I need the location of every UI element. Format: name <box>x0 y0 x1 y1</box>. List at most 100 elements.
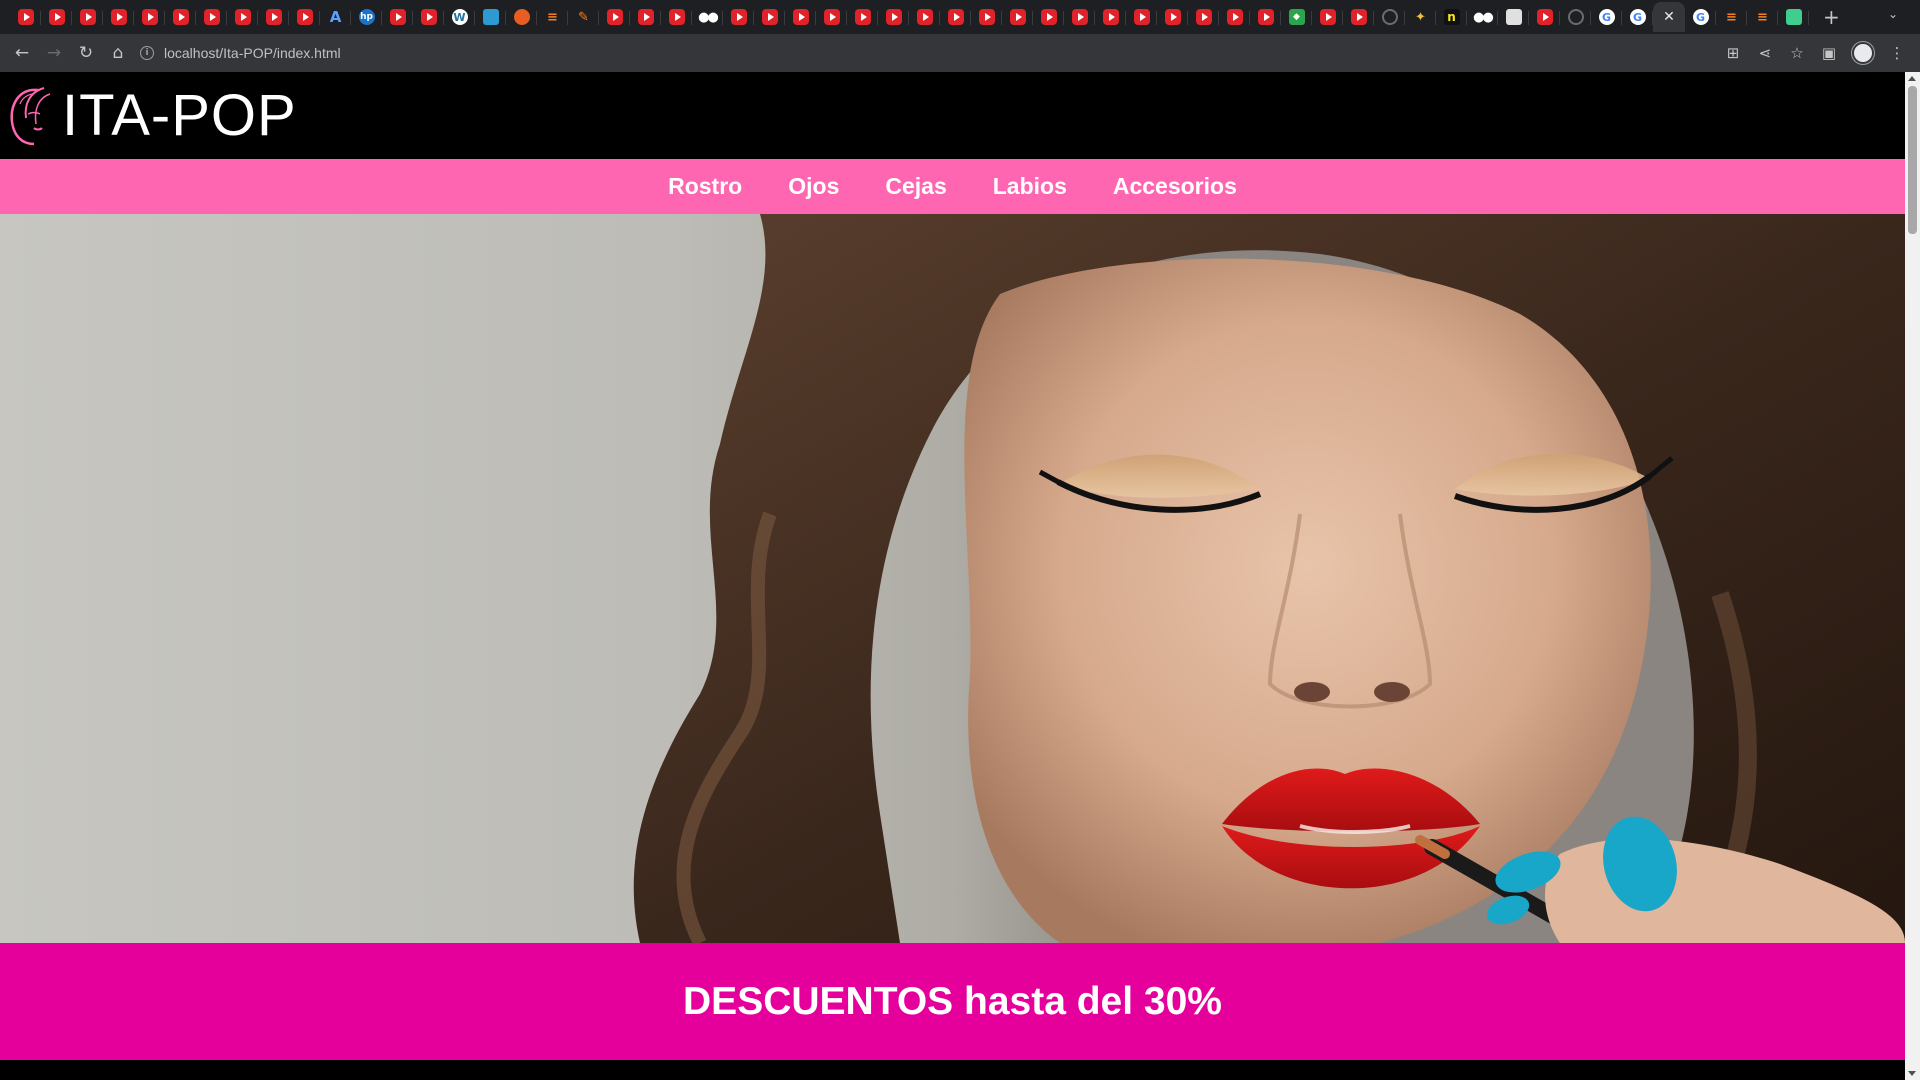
browser-tab[interactable] <box>878 2 909 32</box>
browser-tab[interactable] <box>227 2 258 32</box>
browser-tab[interactable] <box>630 2 661 32</box>
tab-active[interactable]: ✕ <box>1653 2 1685 32</box>
browser-tab[interactable]: ✎ <box>568 2 599 32</box>
browser-tab[interactable] <box>816 2 847 32</box>
browser-tab[interactable] <box>134 2 165 32</box>
forward-arrow-icon[interactable]: → <box>38 43 70 63</box>
browser-tab[interactable]: W <box>444 2 475 32</box>
scrollbar-thumb[interactable] <box>1908 86 1917 234</box>
browser-tab[interactable] <box>1002 2 1033 32</box>
back-arrow-icon[interactable]: ← <box>6 43 38 63</box>
browser-tab[interactable]: G <box>1622 2 1653 32</box>
browser-tab[interactable] <box>754 2 785 32</box>
nav-link-cejas[interactable]: Cejas <box>885 173 946 200</box>
browser-tab[interactable] <box>1312 2 1343 32</box>
browser-tab[interactable] <box>1498 2 1529 32</box>
browser-tab[interactable]: ●● <box>1467 2 1498 32</box>
browser-tab[interactable]: G <box>1591 2 1622 32</box>
site-logo[interactable]: ITA-POP <box>8 84 297 148</box>
browser-tab[interactable]: hp <box>351 2 382 32</box>
browser-tab[interactable] <box>1250 2 1281 32</box>
browser-tab[interactable] <box>41 2 72 32</box>
browser-tab[interactable] <box>847 2 878 32</box>
address-bar-url[interactable]: localhost/Ita-POP/index.html <box>164 45 341 61</box>
browser-tab[interactable] <box>289 2 320 32</box>
browser-tab[interactable] <box>1157 2 1188 32</box>
browser-tab[interactable]: ≡ <box>1747 2 1778 32</box>
browser-tab[interactable]: ◆ <box>1281 2 1312 32</box>
browser-tab[interactable] <box>413 2 444 32</box>
nav-link-accesorios[interactable]: Accesorios <box>1113 173 1237 200</box>
browser-tab[interactable] <box>1778 2 1809 32</box>
browser-tab[interactable]: G <box>1685 2 1716 32</box>
bookmark-star-icon[interactable]: ☆ <box>1788 44 1806 62</box>
new-tab-icon[interactable]: + <box>1823 5 1840 29</box>
site-info-icon[interactable]: i <box>140 46 154 60</box>
browser-tab[interactable] <box>1529 2 1560 32</box>
stackoverflow-icon: ≡ <box>1726 9 1737 25</box>
woman-face-logo-icon <box>10 86 51 145</box>
side-panel-icon[interactable]: ▣ <box>1820 44 1838 62</box>
menu-kebab-icon[interactable]: ⋮ <box>1888 44 1906 62</box>
youtube-icon <box>1226 9 1243 25</box>
browser-tab[interactable] <box>165 2 196 32</box>
google-icon: G <box>1598 9 1615 25</box>
nav-link-labios[interactable]: Labios <box>993 173 1067 200</box>
github-icon <box>1567 9 1584 25</box>
github-icon <box>1381 9 1398 25</box>
hp-icon: hp <box>358 9 375 25</box>
browser-tab[interactable]: ✦ <box>1405 2 1436 32</box>
browser-tab[interactable] <box>1219 2 1250 32</box>
browser-tab[interactable] <box>1095 2 1126 32</box>
browser-tab[interactable]: ●● <box>692 2 723 32</box>
n-icon: n <box>1443 9 1460 25</box>
logo-text: ITA-POP <box>62 82 297 148</box>
browser-tab[interactable]: A <box>320 2 351 32</box>
browser-tab[interactable] <box>723 2 754 32</box>
nav-link-rostro[interactable]: Rostro <box>668 173 742 200</box>
browser-tab[interactable] <box>940 2 971 32</box>
browser-tab[interactable] <box>10 2 41 32</box>
browser-tab[interactable] <box>1126 2 1157 32</box>
scroll-up-arrow-icon[interactable] <box>1908 76 1916 81</box>
browser-tab[interactable] <box>1064 2 1095 32</box>
browser-tab[interactable] <box>1033 2 1064 32</box>
browser-tab[interactable] <box>1560 2 1591 32</box>
youtube-icon <box>761 9 778 25</box>
medium-icon: ●● <box>698 9 719 25</box>
browser-tab[interactable] <box>1188 2 1219 32</box>
scroll-down-arrow-icon[interactable] <box>1908 1071 1916 1076</box>
browser-tab[interactable] <box>1343 2 1374 32</box>
home-icon[interactable]: ⌂ <box>102 43 134 63</box>
browser-tab[interactable] <box>103 2 134 32</box>
nav-link-ojos[interactable]: Ojos <box>788 173 839 200</box>
browser-tab[interactable]: ≡ <box>1716 2 1747 32</box>
profile-avatar[interactable] <box>1852 42 1874 64</box>
browser-tab[interactable] <box>72 2 103 32</box>
close-icon[interactable]: ✕ <box>1663 9 1675 25</box>
browser-tab[interactable] <box>382 2 413 32</box>
browser-tab[interactable] <box>475 2 506 32</box>
youtube-icon <box>1071 9 1088 25</box>
translate-icon[interactable]: ⊞ <box>1724 44 1742 62</box>
browser-tab[interactable] <box>971 2 1002 32</box>
browser-tab[interactable] <box>661 2 692 32</box>
page-scrollbar[interactable] <box>1905 72 1920 1080</box>
browser-tab[interactable]: n <box>1436 2 1467 32</box>
browser-tab[interactable] <box>506 2 537 32</box>
address-bar[interactable]: i localhost/Ita-POP/index.html <box>140 39 1780 67</box>
share-icon[interactable]: ⋖ <box>1756 44 1774 62</box>
browser-tab[interactable] <box>196 2 227 32</box>
toolbar-actions: ⊞ ⋖ ☆ ▣ ⋮ <box>1724 42 1906 64</box>
browser-tab[interactable] <box>599 2 630 32</box>
browser-tab[interactable] <box>909 2 940 32</box>
site-header: ITA-POP <box>0 72 1905 159</box>
tab-search-chevron-icon[interactable]: ⌄ <box>1888 7 1898 21</box>
browser-tab[interactable] <box>785 2 816 32</box>
green-app-icon: ◆ <box>1288 9 1305 25</box>
youtube-icon <box>389 9 406 25</box>
browser-tab[interactable] <box>1374 2 1405 32</box>
browser-tab[interactable] <box>258 2 289 32</box>
reload-icon[interactable]: ↻ <box>70 43 102 63</box>
browser-tab[interactable]: ≡ <box>537 2 568 32</box>
